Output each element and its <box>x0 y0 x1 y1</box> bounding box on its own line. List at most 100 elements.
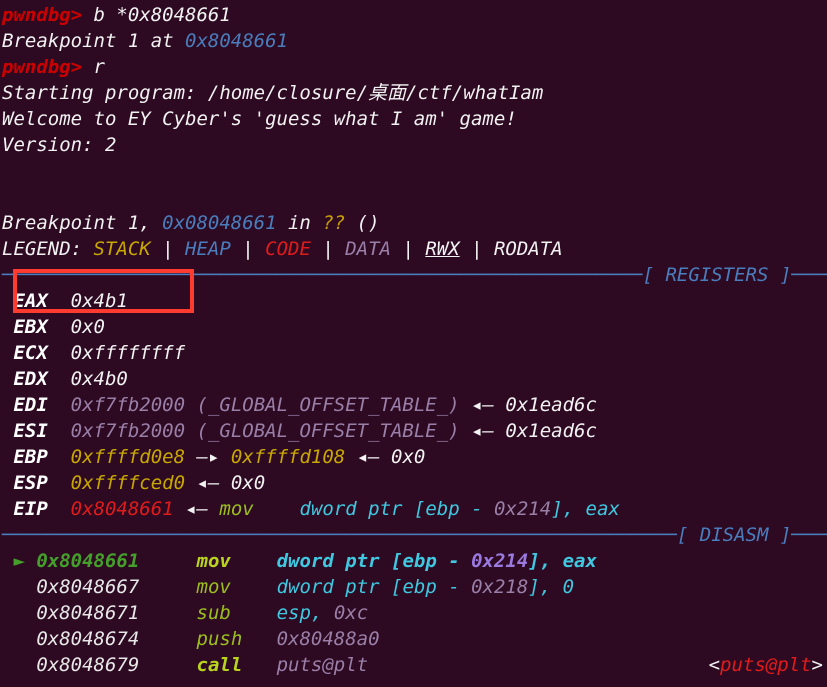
disasm-mnemonic: push <box>196 628 243 650</box>
register-row-eip[interactable]: EIP 0x8048661 ◂— mov dword ptr [ebp - 0x… <box>0 496 827 522</box>
register-row-edi[interactable]: EDI 0xf7fb2000 (_GLOBAL_OFFSET_TABLE_) ◂… <box>0 392 827 418</box>
breakpoint-set-address: 0x8048661 <box>185 30 288 52</box>
call-tag-name: puts@plt <box>720 654 812 676</box>
terminal-line-breakpoint-set: Breakpoint 1 at 0x8048661 <box>0 28 827 54</box>
legend-item-code: CODE <box>265 238 311 260</box>
call-tag-open: < <box>708 654 721 676</box>
register-row-esi[interactable]: ESI 0xf7fb2000 (_GLOBAL_OFFSET_TABLE_) ◂… <box>0 418 827 444</box>
terminal-window[interactable]: pwndbg> b *0x8048661 Breakpoint 1 at 0x8… <box>0 0 827 687</box>
disasm-row[interactable]: 0x8048671 sub esp, 0xc <box>0 600 827 626</box>
current-instruction-arrow-icon: ► <box>13 550 25 572</box>
legend-separator: | <box>310 238 346 260</box>
deref-arrow-icon: ◂— <box>196 472 220 494</box>
disasm-row[interactable]: 0x8048667 mov dword ptr [ebp - 0x218], 0 <box>0 574 827 600</box>
deref-arrow-icon: ◂— <box>185 498 208 520</box>
register-row-ebp[interactable]: EBP 0xffffd0e8 —▸ 0xffffd108 ◂— 0x0 <box>0 444 827 470</box>
registers-section-divider: ────────────────────────────────────────… <box>0 262 827 288</box>
register-row-ecx[interactable]: ECX 0xffffffff <box>0 340 827 366</box>
register-deref-value-2: 0x0 <box>391 446 426 468</box>
register-name: EAX <box>13 290 48 312</box>
terminal-line-command1: pwndbg> b *0x8048661 <box>0 2 827 28</box>
instruction-marker <box>13 654 24 676</box>
register-row-edx[interactable]: EDX 0x4b0 <box>0 366 827 392</box>
legend-separator: | <box>391 238 426 260</box>
breakpoint-hit-label: Breakpoint 1, <box>2 212 163 234</box>
register-value: 0xf7fb2000 (_GLOBAL_OFFSET_TABLE_) <box>70 420 460 442</box>
disasm-section-title: [ DISASM ] <box>676 524 792 546</box>
command-text: b *0x8048661 <box>82 4 231 26</box>
call-target-tag: <puts@plt> <box>709 652 827 678</box>
divider-dashes-left: ────────────────────────────────────────… <box>2 524 677 546</box>
register-row-eax[interactable]: EAX 0x4b1 <box>0 288 827 314</box>
register-deref-value: 0x1ead6c <box>505 420 597 442</box>
legend-item-rwx: RWX <box>425 238 460 260</box>
disasm-operand-immediate: puts@plt <box>276 654 369 676</box>
register-name: EBX <box>13 316 48 338</box>
legend-item-heap: HEAP <box>185 238 231 260</box>
eip-mnemonic: mov <box>219 498 254 520</box>
eip-operand-suffix: ], eax <box>551 498 620 520</box>
disasm-operand-suffix: ], 0 <box>528 576 575 598</box>
legend-separator: | <box>150 238 186 260</box>
disasm-operand-immediate: 0x80488a0 <box>276 628 380 650</box>
disasm-operand-suffix: ], eax <box>528 550 597 572</box>
divider-dashes-left: ────────────────────────────────────────… <box>2 264 643 286</box>
register-name: EDI <box>13 394 48 416</box>
breakpoint-hit-address: 0x08048661 <box>162 212 277 234</box>
legend-item-stack: STACK <box>93 238 151 260</box>
register-name: EIP <box>13 498 48 520</box>
disasm-row-call[interactable]: <puts@plt> 0x8048679 call puts@plt <box>0 652 827 678</box>
register-value: 0xffffffff <box>70 342 186 364</box>
terminal-line-starting-program: Starting program: /home/closure/桌面/ctf/w… <box>2 82 544 104</box>
instruction-marker <box>13 602 24 624</box>
divider-dashes-right: ─────────────── <box>791 524 827 546</box>
legend-item-rodata: RODATA <box>493 238 563 260</box>
register-name: ESP <box>13 472 48 494</box>
disasm-address: 0x8048674 <box>36 628 140 650</box>
register-value: 0xffffd0e8 <box>70 446 186 468</box>
legend-separator: | <box>230 238 266 260</box>
register-deref-value: 0xffffd108 <box>230 446 346 468</box>
register-row-esp[interactable]: ESP 0xffffced0 ◂— 0x0 <box>0 470 827 496</box>
register-deref-value: 0x0 <box>230 472 266 494</box>
pwndbg-prompt: pwndbg> <box>2 56 83 78</box>
instruction-marker <box>13 628 24 650</box>
terminal-line-welcome: Welcome to EY Cyber's 'guess what I am' … <box>2 108 517 130</box>
breakpoint-hit-function: ?? <box>322 212 346 234</box>
eip-operand-prefix: dword ptr [ebp - <box>299 498 494 520</box>
deref-arrow-icon: ◂— <box>471 420 494 442</box>
disasm-address: 0x8048671 <box>36 602 140 624</box>
disasm-mnemonic: mov <box>196 576 231 598</box>
disasm-row-current[interactable]: ► 0x8048661 mov dword ptr [ebp - 0x214],… <box>0 548 827 574</box>
register-value: 0x4b0 <box>70 368 128 390</box>
terminal-line-command2: pwndbg> r <box>0 54 827 80</box>
register-deref-value: 0x1ead6c <box>505 394 597 416</box>
breakpoint-hit-in: in <box>276 212 323 234</box>
legend-row: LEGEND: STACK | HEAP | CODE | DATA | RWX… <box>0 236 827 262</box>
instruction-marker <box>13 576 24 598</box>
disasm-operand-immediate: 0xc <box>333 602 369 624</box>
register-name: ECX <box>13 342 48 364</box>
disasm-operand-prefix: dword ptr [ebp - <box>276 550 472 572</box>
disasm-operand-prefix: dword ptr [ebp - <box>276 576 472 598</box>
divider-dashes-right: ──────────────── <box>791 264 827 286</box>
disasm-operand-immediate: 0x214 <box>471 550 529 572</box>
disasm-operand-immediate: 0x218 <box>471 576 529 598</box>
disasm-mnemonic: sub <box>196 602 231 624</box>
register-value: 0x8048661 <box>70 498 174 520</box>
disasm-row[interactable]: 0x8048674 push 0x80488a0 <box>0 626 827 652</box>
register-row-ebx[interactable]: EBX 0x0 <box>0 314 827 340</box>
register-value: 0xf7fb2000 (_GLOBAL_OFFSET_TABLE_) <box>70 394 460 416</box>
breakpoint-hit-paren: () <box>345 212 380 234</box>
register-value: 0x4b1 <box>70 290 128 312</box>
breakpoint-set-label: Breakpoint 1 at <box>2 30 186 52</box>
registers-section-title: [ REGISTERS ] <box>642 264 792 286</box>
disasm-operand-prefix: esp, <box>276 602 334 624</box>
legend-item-data: DATA <box>345 238 391 260</box>
register-value: 0xffffced0 <box>70 472 186 494</box>
command-text: r <box>82 56 105 78</box>
disasm-address: 0x8048661 <box>36 550 140 572</box>
terminal-line-version: Version: 2 <box>2 134 117 156</box>
